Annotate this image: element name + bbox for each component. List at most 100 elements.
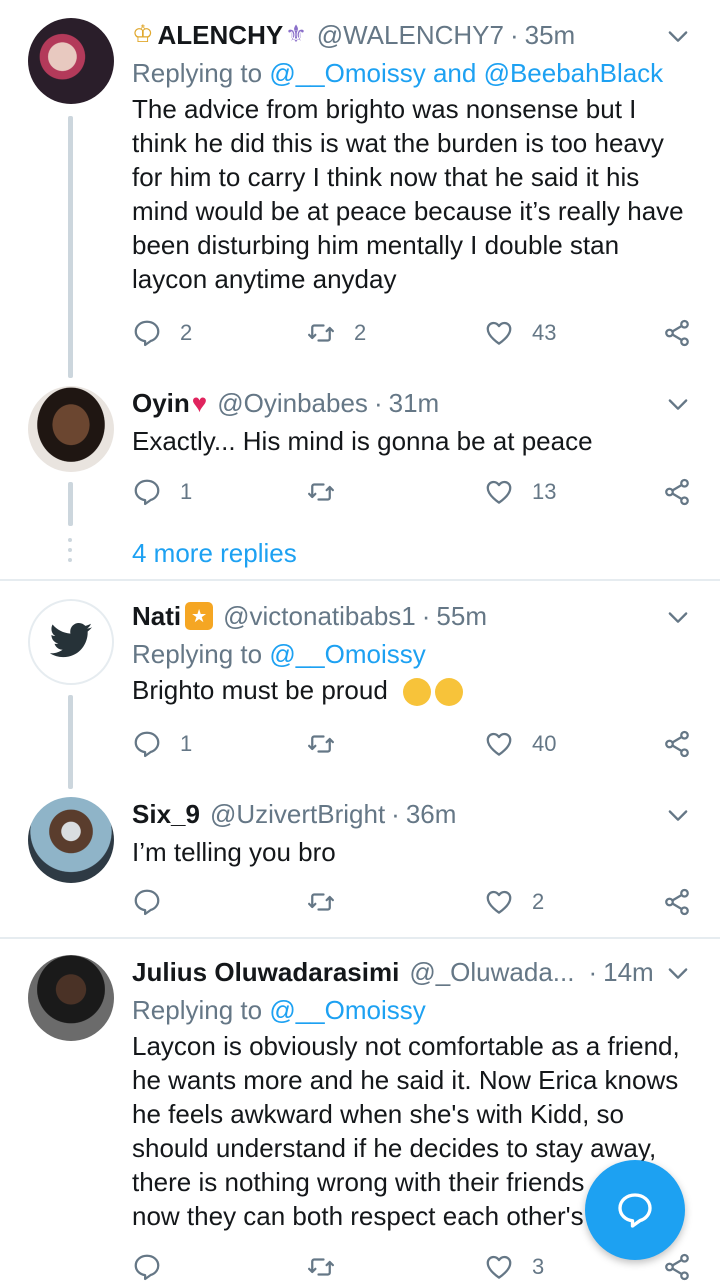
retweet-button[interactable]: 2 [306, 313, 366, 353]
tweet-alenchy[interactable]: ♔ ALENCHY ⚜ @WALENCHY7 · 35m Replying to… [0, 0, 720, 380]
tweet-six9[interactable]: Six_9 @UzivertBright · 36m I’m telling y… [0, 781, 720, 937]
retweet-button[interactable] [306, 882, 336, 922]
author-name[interactable]: Nati [132, 599, 181, 633]
more-replies-link[interactable]: 4 more replies [132, 538, 297, 569]
retweet-icon [306, 318, 336, 348]
timestamp[interactable]: 35m [525, 18, 576, 52]
timestamp[interactable]: 31m [389, 386, 440, 420]
reply-button[interactable] [132, 882, 162, 922]
author-handle[interactable]: @victonatibabs1 [223, 599, 416, 633]
heart-icon [484, 1252, 514, 1282]
like-button[interactable]: 2 [484, 882, 544, 922]
share-button[interactable] [662, 724, 692, 764]
shooting-star-icon: ★ [185, 602, 214, 630]
tweet-text: Brighto must be proud [132, 673, 696, 707]
chevron-down-icon[interactable] [664, 390, 692, 418]
bird-logo-icon [49, 623, 93, 658]
heart-icon [484, 729, 514, 759]
like-button[interactable]: 40 [484, 724, 556, 764]
reply-button[interactable] [132, 1247, 162, 1287]
reply-button[interactable]: 2 [132, 313, 192, 353]
retweet-button[interactable] [306, 724, 336, 764]
replying-label: Replying to [132, 58, 270, 88]
tweet-oyin[interactable]: Oyin ♥ @Oyinbabes · 31m Exactly... His m… [0, 380, 720, 580]
thread-line [68, 695, 73, 789]
avatar[interactable] [28, 797, 114, 883]
tweet-text-line: he feels awkward when she's with Kidd, s… [132, 1099, 624, 1129]
timestamp[interactable]: 14m [603, 955, 654, 989]
reply-count: 1 [180, 479, 193, 504]
avatar[interactable] [28, 386, 114, 472]
share-button[interactable] [662, 882, 692, 922]
replying-label: Replying to [132, 995, 270, 1025]
reply-icon [132, 887, 162, 917]
mention-link[interactable]: @__Omoissy [269, 639, 425, 669]
crown-icon: ♔ [132, 21, 154, 48]
share-icon [662, 318, 692, 348]
mention-link[interactable]: @__Omoissy [269, 995, 425, 1025]
author-name[interactable]: Julius Oluwadarasimi [132, 955, 399, 989]
author-handle[interactable]: @UzivertBright [210, 797, 385, 831]
tweet-nati[interactable]: Nati ★ @victonatibabs1 · 55m Replying to… [0, 581, 720, 789]
red-heart-icon: ♥ [191, 388, 208, 418]
like-button[interactable]: 13 [484, 472, 556, 512]
retweet-icon [306, 1252, 336, 1282]
compose-reply-button[interactable] [585, 1160, 685, 1260]
avatar[interactable] [28, 18, 114, 104]
thread-line [68, 116, 73, 378]
like-button[interactable]: 3 [484, 1247, 544, 1287]
replying-label: Replying to [132, 639, 270, 669]
avatar[interactable] [28, 955, 114, 1041]
heart-icon [484, 477, 514, 507]
avatar[interactable] [28, 599, 114, 685]
tweet-text: The advice from brighto was nonsense but… [132, 94, 684, 294]
author-handle[interactable]: @WALENCHY7 [317, 18, 504, 52]
share-icon [662, 1252, 692, 1282]
separator: · [421, 601, 431, 631]
like-button[interactable]: 43 [484, 313, 556, 353]
tweet-text-body: Brighto must be proud [132, 675, 388, 705]
thread-dots [68, 538, 73, 568]
share-button[interactable] [662, 313, 692, 353]
reply-count: 1 [180, 731, 193, 756]
retweet-count: 2 [354, 320, 367, 345]
reply-icon [132, 729, 162, 759]
heart-icon [484, 318, 514, 348]
author-handle[interactable]: @_Oluwada... [409, 955, 574, 989]
retweet-icon [306, 477, 336, 507]
fleur-icon: ⚜ [285, 21, 307, 48]
author-name[interactable]: Oyin [132, 386, 190, 420]
retweet-icon [306, 887, 336, 917]
share-button[interactable] [662, 472, 692, 512]
chevron-down-icon[interactable] [664, 959, 692, 987]
retweet-button[interactable] [306, 1247, 336, 1287]
author-name[interactable]: Six_9 [132, 797, 200, 831]
tweet-text-line: should understand if he decides to stay … [132, 1133, 657, 1163]
separator: · [373, 388, 383, 418]
timestamp[interactable]: 55m [436, 599, 487, 633]
share-icon [662, 887, 692, 917]
reply-icon [132, 318, 162, 348]
share-icon [662, 729, 692, 759]
author-handle[interactable]: @Oyinbabes [217, 386, 368, 420]
reply-icon [132, 1252, 162, 1282]
separator: · [509, 20, 519, 50]
chevron-down-icon[interactable] [664, 801, 692, 829]
author-name[interactable]: ALENCHY [158, 18, 284, 52]
retweet-icon [306, 729, 336, 759]
chevron-down-icon[interactable] [664, 22, 692, 50]
chevron-down-icon[interactable] [664, 603, 692, 631]
retweet-button[interactable] [306, 472, 336, 512]
reply-button[interactable]: 1 [132, 472, 192, 512]
timestamp[interactable]: 36m [406, 797, 457, 831]
reply-button[interactable]: 1 [132, 724, 192, 764]
share-button[interactable] [662, 1247, 692, 1287]
mention-link[interactable]: @__Omoissy and @BeebahBlack [269, 58, 663, 88]
like-count: 40 [532, 731, 557, 756]
reply-count: 2 [180, 320, 193, 345]
thread-line [68, 482, 73, 526]
separator: · [391, 799, 400, 829]
tweet-text-line: Laycon is obviously not comfortable as a… [132, 1031, 680, 1061]
replying-to: Replying to @__Omoissy [132, 993, 696, 1027]
share-icon [662, 477, 692, 507]
